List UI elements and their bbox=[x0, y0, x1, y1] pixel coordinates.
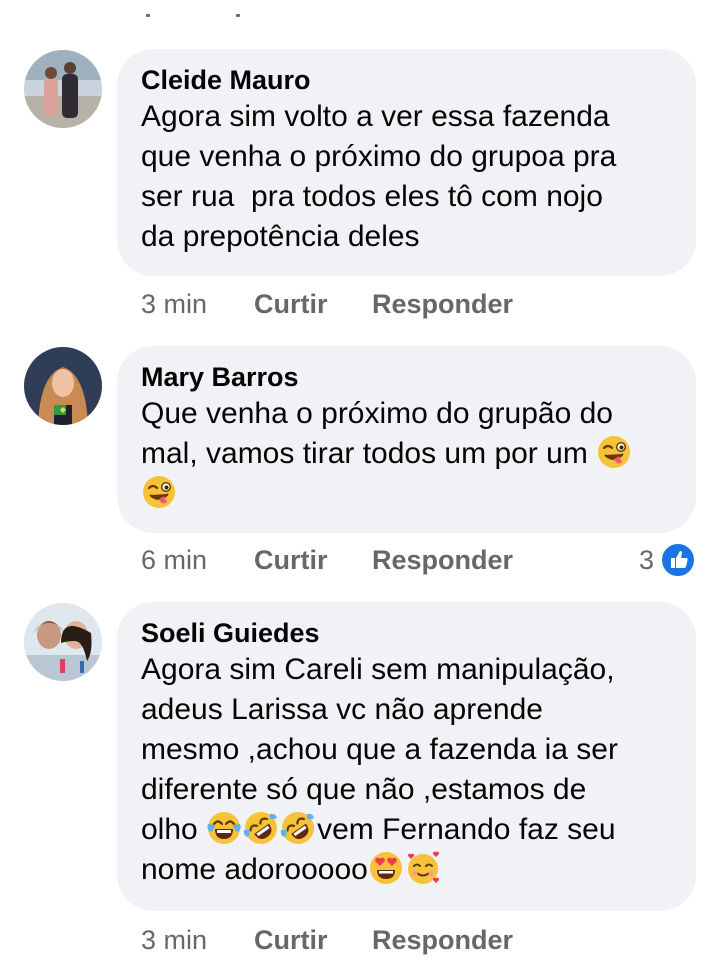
winking-face-with-tongue-icon bbox=[596, 434, 632, 470]
winking-face-with-tongue-icon bbox=[141, 474, 177, 510]
like-button[interactable]: Curtir bbox=[254, 540, 328, 580]
reply-button[interactable]: Responder bbox=[372, 540, 513, 580]
comment-text: Que venha o próximo do grupão do mal, va… bbox=[141, 394, 672, 514]
comment-bubble: Cleide Mauro Agora sim volto a ver essa … bbox=[117, 49, 696, 276]
timestamp[interactable]: 3 min bbox=[141, 284, 207, 324]
avatar[interactable] bbox=[24, 50, 102, 128]
reply-button[interactable]: Responder bbox=[372, 920, 513, 960]
comment-bubble: Soeli Guiedes Agora sim Careli sem manip… bbox=[117, 602, 696, 911]
like-button[interactable]: Curtir bbox=[254, 920, 328, 960]
avatar[interactable] bbox=[24, 347, 102, 425]
like-icon bbox=[660, 542, 696, 578]
face-with-tears-of-joy-icon bbox=[206, 810, 242, 846]
timestamp[interactable]: 3 min bbox=[141, 920, 207, 960]
timestamp[interactable]: 6 min bbox=[141, 540, 207, 580]
reaction-summary[interactable]: 3 bbox=[639, 540, 696, 580]
comment-actions: 6 min Curtir Responder bbox=[141, 540, 561, 580]
smiling-face-with-heart-eyes-icon bbox=[368, 850, 404, 886]
author-name[interactable]: Cleide Mauro bbox=[141, 63, 672, 97]
rolling-on-the-floor-laughing-icon bbox=[243, 810, 279, 846]
previous-comment-fragment bbox=[140, 10, 260, 18]
smiling-face-with-hearts-icon bbox=[405, 850, 441, 886]
avatar[interactable] bbox=[24, 603, 102, 681]
author-name[interactable]: Mary Barros bbox=[141, 360, 672, 394]
like-button[interactable]: Curtir bbox=[254, 284, 328, 324]
comment-actions: 3 min Curtir Responder bbox=[141, 920, 561, 960]
author-name[interactable]: Soeli Guiedes bbox=[141, 616, 672, 650]
comment-text: Agora sim Careli sem manipulação, adeus … bbox=[141, 653, 618, 886]
comment-actions: 3 min Curtir Responder bbox=[141, 284, 701, 324]
reply-button[interactable]: Responder bbox=[372, 284, 513, 324]
rolling-on-the-floor-laughing-icon bbox=[280, 810, 316, 846]
comment-text: Agora sim volto a ver essa fazenda que v… bbox=[141, 100, 617, 253]
comment-bubble: Mary Barros Que venha o próximo do grupã… bbox=[117, 346, 696, 533]
reaction-count: 3 bbox=[638, 544, 654, 575]
